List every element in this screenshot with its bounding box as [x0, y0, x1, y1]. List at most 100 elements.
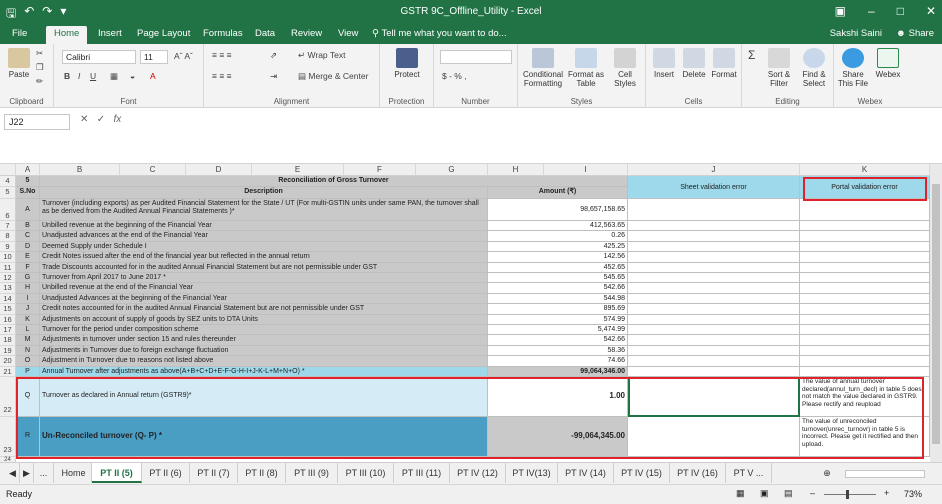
portal-error-cell[interactable] — [800, 283, 930, 294]
new-sheet-icon[interactable]: ⊕ — [818, 463, 836, 483]
zoom-in-icon[interactable]: + — [884, 488, 889, 498]
sno-cell[interactable]: C — [16, 231, 40, 242]
sno-cell[interactable]: G — [16, 273, 40, 284]
merge-center-button[interactable]: ▤ Merge & Center — [298, 71, 368, 82]
sheet-error-cell[interactable] — [628, 367, 800, 377]
sheet-error-cell[interactable] — [628, 293, 800, 305]
sheet-tab[interactable]: Home — [56, 463, 92, 483]
portal-error-cell[interactable] — [800, 221, 930, 232]
copy-icon[interactable]: ❐ — [36, 62, 44, 73]
sheet-error-cell[interactable] — [628, 273, 800, 284]
borders-icon[interactable]: ▦ — [110, 71, 118, 82]
cancel-icon[interactable]: ✕ — [80, 114, 88, 125]
sno-cell[interactable]: N — [16, 345, 40, 357]
description-cell[interactable]: Unbilled revenue at the beginning of the… — [40, 221, 488, 232]
portal-error-cell[interactable] — [800, 273, 930, 284]
amount-cell[interactable]: 58.36 — [488, 345, 628, 357]
webex-button[interactable]: Webex — [872, 48, 904, 79]
amount-cell[interactable]: 1.00 — [488, 377, 628, 417]
sheet-tab[interactable]: PT II (5) — [92, 463, 142, 483]
description-cell[interactable]: Trade Discounts accounted for in the aud… — [40, 262, 488, 273]
row-header[interactable]: 9 — [0, 241, 16, 253]
fill-color-icon[interactable]: ◒ — [130, 71, 135, 81]
orientation-icon[interactable]: ⇗ — [270, 50, 277, 61]
row-header[interactable]: 20 — [0, 356, 16, 367]
bold-icon[interactable]: B — [64, 71, 70, 81]
table-title[interactable]: Reconciliation of Gross Turnover — [40, 176, 628, 187]
description-cell[interactable]: Un-Reconciled turnover (Q- P) * — [40, 417, 488, 457]
user-name[interactable]: Sakshi Saini — [830, 28, 882, 39]
description-cell[interactable]: Turnover from April 2017 to June 2017 * — [40, 273, 488, 284]
sheet-error-cell[interactable] — [628, 252, 800, 263]
sno-cell[interactable]: D — [16, 241, 40, 253]
sheet-error-cell[interactable] — [628, 199, 800, 221]
underline-icon[interactable]: U — [90, 71, 96, 81]
tab-page-layout[interactable]: Page Layout — [137, 28, 190, 39]
portal-error-cell[interactable] — [800, 304, 930, 315]
description-cell[interactable]: Turnover (including exports) as per Audi… — [40, 199, 488, 221]
row-header[interactable]: 17 — [0, 325, 16, 336]
description-cell[interactable]: Unadjusted Advances at the beginning of … — [40, 293, 488, 305]
amount-cell[interactable]: 425.25 — [488, 241, 628, 253]
amount-cell[interactable]: 542.66 — [488, 283, 628, 294]
sno-number-cell[interactable]: 5 — [16, 176, 40, 187]
minimize-icon[interactable]: – — [868, 4, 875, 18]
row-header[interactable]: 18 — [0, 335, 16, 346]
portal-error-cell[interactable]: The value of unreconciled turnover(unrec… — [800, 417, 930, 457]
sheet-error-cell[interactable] — [628, 283, 800, 294]
description-cell[interactable]: Adjustments on account of supply of good… — [40, 314, 488, 325]
sno-cell[interactable]: J — [16, 304, 40, 315]
description-cell[interactable]: Unbilled revenue at the end of the Finan… — [40, 283, 488, 294]
sheet-error-cell[interactable] — [628, 417, 800, 457]
share-this-file-button[interactable]: Share This File — [836, 48, 870, 88]
zoom-slider[interactable] — [824, 494, 876, 495]
description-cell[interactable]: Credit notes accounted for in the audite… — [40, 304, 488, 315]
sheet-error-cell[interactable] — [628, 335, 800, 346]
column-header-c[interactable]: C — [120, 164, 186, 176]
amount-cell[interactable]: 542.66 — [488, 335, 628, 346]
page-break-view-icon[interactable]: ▤ — [784, 488, 793, 499]
row-header[interactable]: 13 — [0, 283, 16, 294]
column-header-d[interactable]: D — [186, 164, 252, 176]
column-header-g[interactable]: G — [416, 164, 488, 176]
row-header[interactable]: 19 — [0, 345, 16, 357]
portal-error-cell[interactable] — [800, 262, 930, 273]
portal-error-cell[interactable] — [800, 252, 930, 263]
scroll-thumb[interactable] — [932, 184, 940, 444]
sno-cell[interactable]: R — [16, 417, 40, 457]
sheet-tab[interactable]: PT III (9) — [286, 463, 338, 483]
sheet-tab[interactable]: PT III (11) — [394, 463, 450, 483]
sheet-tab[interactable]: PT IV (14) — [558, 463, 614, 483]
delete-cells-button[interactable]: Delete — [680, 48, 708, 79]
portal-error-cell[interactable]: The value of annual turnover declared(an… — [800, 377, 930, 417]
sno-cell[interactable]: M — [16, 335, 40, 346]
sheet-validation-header[interactable]: Sheet validation error — [628, 176, 800, 199]
portal-error-cell[interactable] — [800, 231, 930, 242]
sheet-tab[interactable]: PT II (7) — [190, 463, 238, 483]
amount-cell[interactable]: 452.65 — [488, 262, 628, 273]
number-format-select[interactable] — [440, 50, 512, 64]
tab-data[interactable]: Data — [255, 28, 275, 39]
sno-cell[interactable]: K — [16, 314, 40, 325]
prev-sheet-icon[interactable]: ◀ — [6, 463, 20, 483]
sheet-error-cell[interactable] — [628, 262, 800, 273]
sheet-tab[interactable]: PT V ... — [726, 463, 772, 483]
sheet-error-cell[interactable] — [628, 241, 800, 253]
tab-formulas[interactable]: Formulas — [203, 28, 243, 39]
column-header-k[interactable]: K — [800, 164, 930, 176]
portal-error-cell[interactable] — [800, 199, 930, 221]
column-header-e[interactable]: E — [252, 164, 344, 176]
column-header-f[interactable]: F — [344, 164, 416, 176]
portal-error-cell[interactable] — [800, 345, 930, 357]
sheet-error-cell[interactable] — [628, 356, 800, 367]
sheet-error-cell[interactable] — [628, 325, 800, 336]
amount-cell[interactable]: 574.99 — [488, 314, 628, 325]
row-header[interactable]: 23 — [0, 417, 16, 457]
sort-filter-button[interactable]: Sort & Filter — [764, 48, 794, 88]
amount-cell[interactable]: -99,064,345.00 — [488, 417, 628, 457]
sheet-tab[interactable]: PT IV (15) — [614, 463, 670, 483]
sno-cell[interactable]: H — [16, 283, 40, 294]
top-align-icon[interactable]: ≡ ≡ ≡ — [212, 50, 232, 60]
sheet-error-cell[interactable] — [628, 221, 800, 232]
row-header[interactable]: 7 — [0, 221, 16, 232]
